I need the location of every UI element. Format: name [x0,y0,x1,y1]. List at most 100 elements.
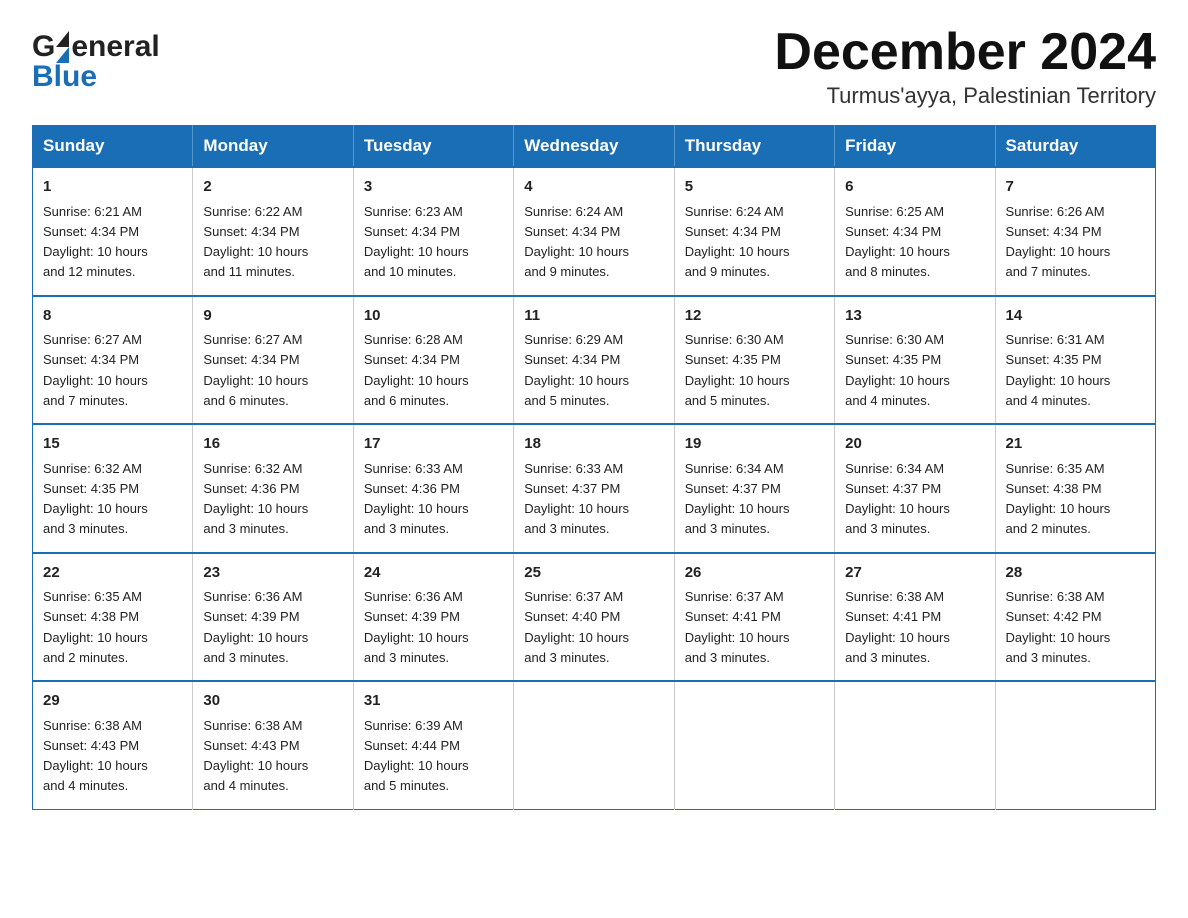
day-info: Sunrise: 6:21 AMSunset: 4:34 PMDaylight:… [43,204,148,280]
calendar-cell: 11Sunrise: 6:29 AMSunset: 4:34 PMDayligh… [514,296,674,425]
day-number: 31 [364,690,503,713]
calendar-cell: 22Sunrise: 6:35 AMSunset: 4:38 PMDayligh… [33,553,193,682]
header-row: Sunday Monday Tuesday Wednesday Thursday… [33,126,1156,168]
day-info: Sunrise: 6:27 AMSunset: 4:34 PMDaylight:… [203,332,308,408]
logo-g-letter: G [32,30,54,64]
day-number: 5 [685,176,824,199]
col-saturday: Saturday [995,126,1155,168]
day-number: 15 [43,433,182,456]
logo-triangle [56,31,69,63]
day-info: Sunrise: 6:38 AMSunset: 4:43 PMDaylight:… [203,718,308,794]
calendar-cell: 4 Sunrise: 6:24 AMSunset: 4:34 PMDaylight… [514,167,674,296]
week-row-2: 8 Sunrise: 6:27 AMSunset: 4:34 PMDaylight… [33,296,1156,425]
calendar-cell: 28Sunrise: 6:38 AMSunset: 4:42 PMDayligh… [995,553,1155,682]
calendar-cell: 14 Sunrise: 6:31 AMSunset: 4:35 PMDayligh… [995,296,1155,425]
week-row-4: 22Sunrise: 6:35 AMSunset: 4:38 PMDayligh… [33,553,1156,682]
day-info: Sunrise: 6:37 AMSunset: 4:41 PMDaylight:… [685,589,790,665]
calendar-cell: 23 Sunrise: 6:36 AMSunset: 4:39 PMDayligh… [193,553,353,682]
day-info: Sunrise: 6:27 AMSunset: 4:34 PMDaylight:… [43,332,148,408]
location-subtitle: Turmus'ayya, Palestinian Territory [774,83,1156,109]
calendar-cell: 30 Sunrise: 6:38 AMSunset: 4:43 PMDayligh… [193,681,353,809]
day-info: Sunrise: 6:34 AMSunset: 4:37 PMDaylight:… [685,461,790,537]
day-number: 30 [203,690,342,713]
day-number: 6 [845,176,984,199]
day-number: 19 [685,433,824,456]
day-info: Sunrise: 6:38 AMSunset: 4:41 PMDaylight:… [845,589,950,665]
calendar-cell [995,681,1155,809]
month-title: December 2024 [774,24,1156,81]
day-number: 27 [845,562,984,585]
calendar-cell: 10 Sunrise: 6:28 AMSunset: 4:34 PMDayligh… [353,296,513,425]
calendar-cell: 7Sunrise: 6:26 AMSunset: 4:34 PMDaylight… [995,167,1155,296]
day-info: Sunrise: 6:24 AMSunset: 4:34 PMDaylight:… [685,204,790,280]
day-number: 2 [203,176,342,199]
day-info: Sunrise: 6:25 AMSunset: 4:34 PMDaylight:… [845,204,950,280]
day-number: 21 [1006,433,1145,456]
calendar-cell: 21 Sunrise: 6:35 AMSunset: 4:38 PMDayligh… [995,424,1155,553]
logo-blue-text: Blue [32,60,97,94]
day-number: 14 [1006,305,1145,328]
day-info: Sunrise: 6:39 AMSunset: 4:44 PMDaylight:… [364,718,469,794]
calendar-cell [514,681,674,809]
day-number: 10 [364,305,503,328]
day-info: Sunrise: 6:30 AMSunset: 4:35 PMDaylight:… [685,332,790,408]
calendar-cell: 16 Sunrise: 6:32 AMSunset: 4:36 PMDayligh… [193,424,353,553]
day-number: 25 [524,562,663,585]
col-thursday: Thursday [674,126,834,168]
calendar-cell: 1Sunrise: 6:21 AMSunset: 4:34 PMDaylight… [33,167,193,296]
calendar-cell: 12 Sunrise: 6:30 AMSunset: 4:35 PMDayligh… [674,296,834,425]
day-info: Sunrise: 6:32 AMSunset: 4:35 PMDaylight:… [43,461,148,537]
day-info: Sunrise: 6:37 AMSunset: 4:40 PMDaylight:… [524,589,629,665]
col-wednesday: Wednesday [514,126,674,168]
page-header: G eneral Blue December 2024 Turmus'ayya,… [32,24,1156,109]
calendar-cell: 2 Sunrise: 6:22 AMSunset: 4:34 PMDaylight… [193,167,353,296]
calendar-cell: 17Sunrise: 6:33 AMSunset: 4:36 PMDayligh… [353,424,513,553]
day-info: Sunrise: 6:30 AMSunset: 4:35 PMDaylight:… [845,332,950,408]
logo-eneral-text: eneral [71,30,159,64]
day-number: 22 [43,562,182,585]
calendar-cell: 8 Sunrise: 6:27 AMSunset: 4:34 PMDaylight… [33,296,193,425]
col-friday: Friday [835,126,995,168]
day-info: Sunrise: 6:28 AMSunset: 4:34 PMDaylight:… [364,332,469,408]
day-info: Sunrise: 6:32 AMSunset: 4:36 PMDaylight:… [203,461,308,537]
day-info: Sunrise: 6:36 AMSunset: 4:39 PMDaylight:… [203,589,308,665]
col-sunday: Sunday [33,126,193,168]
calendar-cell: 6 Sunrise: 6:25 AMSunset: 4:34 PMDaylight… [835,167,995,296]
day-info: Sunrise: 6:36 AMSunset: 4:39 PMDaylight:… [364,589,469,665]
day-number: 18 [524,433,663,456]
day-info: Sunrise: 6:22 AMSunset: 4:34 PMDaylight:… [203,204,308,280]
day-info: Sunrise: 6:31 AMSunset: 4:35 PMDaylight:… [1006,332,1111,408]
day-number: 12 [685,305,824,328]
logo: G eneral Blue [32,24,160,94]
day-info: Sunrise: 6:38 AMSunset: 4:43 PMDaylight:… [43,718,148,794]
calendar-cell: 5 Sunrise: 6:24 AMSunset: 4:34 PMDaylight… [674,167,834,296]
day-number: 28 [1006,562,1145,585]
calendar-cell: 13Sunrise: 6:30 AMSunset: 4:35 PMDayligh… [835,296,995,425]
day-number: 16 [203,433,342,456]
day-number: 20 [845,433,984,456]
day-number: 24 [364,562,503,585]
day-number: 7 [1006,176,1145,199]
calendar-table: Sunday Monday Tuesday Wednesday Thursday… [32,125,1156,810]
week-row-5: 29 Sunrise: 6:38 AMSunset: 4:43 PMDayligh… [33,681,1156,809]
day-number: 8 [43,305,182,328]
calendar-header: Sunday Monday Tuesday Wednesday Thursday… [33,126,1156,168]
calendar-cell: 29 Sunrise: 6:38 AMSunset: 4:43 PMDayligh… [33,681,193,809]
week-row-1: 1Sunrise: 6:21 AMSunset: 4:34 PMDaylight… [33,167,1156,296]
day-info: Sunrise: 6:24 AMSunset: 4:34 PMDaylight:… [524,204,629,280]
day-number: 9 [203,305,342,328]
day-number: 3 [364,176,503,199]
calendar-cell: 19 Sunrise: 6:34 AMSunset: 4:37 PMDayligh… [674,424,834,553]
day-number: 4 [524,176,663,199]
calendar-cell: 18Sunrise: 6:33 AMSunset: 4:37 PMDayligh… [514,424,674,553]
day-info: Sunrise: 6:29 AMSunset: 4:34 PMDaylight:… [524,332,629,408]
col-tuesday: Tuesday [353,126,513,168]
day-number: 29 [43,690,182,713]
calendar-cell: 20Sunrise: 6:34 AMSunset: 4:37 PMDayligh… [835,424,995,553]
calendar-cell [674,681,834,809]
calendar-body: 1Sunrise: 6:21 AMSunset: 4:34 PMDaylight… [33,167,1156,809]
day-number: 17 [364,433,503,456]
day-info: Sunrise: 6:35 AMSunset: 4:38 PMDaylight:… [1006,461,1111,537]
day-number: 23 [203,562,342,585]
calendar-cell: 26Sunrise: 6:37 AMSunset: 4:41 PMDayligh… [674,553,834,682]
